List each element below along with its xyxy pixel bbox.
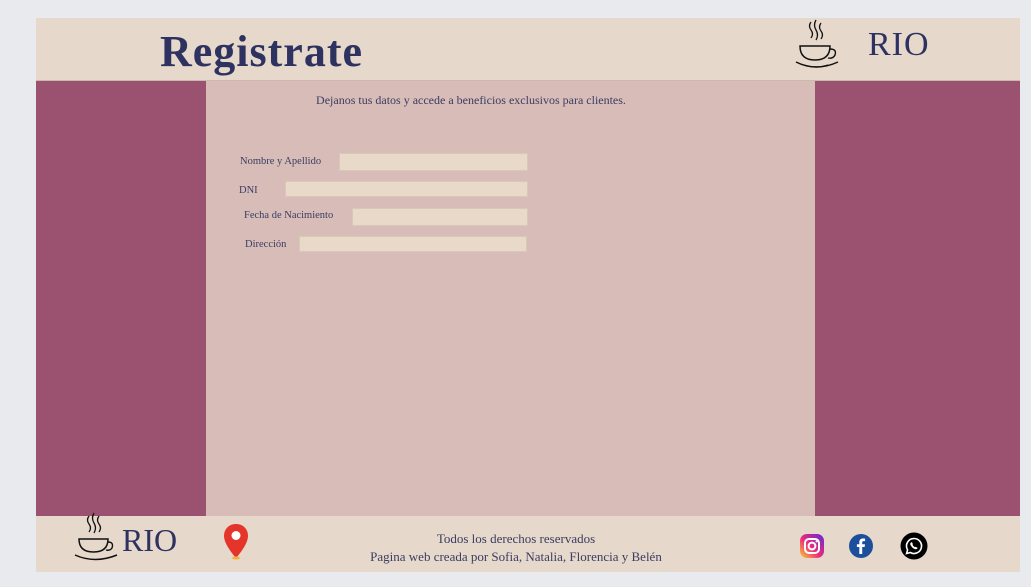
birthdate-label: Fecha de Nacimiento [244, 210, 334, 221]
header: Registrate RIO [36, 18, 1020, 81]
facebook-icon[interactable] [848, 533, 874, 559]
address-field[interactable] [299, 236, 527, 252]
name-field[interactable] [339, 153, 528, 171]
footer-logo[interactable]: RIO [74, 510, 194, 570]
brand-logo[interactable]: RIO [794, 18, 944, 80]
birthdate-field[interactable] [352, 208, 528, 226]
coffee-cup-icon [795, 19, 839, 68]
footer-brand-name: RIO [122, 522, 178, 558]
brand-name: RIO [868, 26, 930, 63]
whatsapp-icon[interactable] [900, 532, 928, 560]
instagram-icon[interactable] [799, 533, 825, 559]
name-label: Nombre y Apellido [240, 156, 322, 167]
rights-text: Todos los derechos reservados [436, 531, 596, 546]
dni-field[interactable] [285, 181, 528, 197]
footer: RIO Todos los derechos reservados Pagina… [36, 512, 1020, 572]
location-pin-icon[interactable] [224, 524, 248, 560]
main-area: Dejanos tus datos y accede a beneficios … [36, 81, 1020, 516]
credits-text: Pagina web creada por Sofia, Natalia, Fl… [370, 549, 662, 564]
page-title: Registrate [160, 27, 364, 76]
footer-text: Todos los derechos reservados Pagina web… [336, 530, 696, 566]
dni-label: DNI [239, 185, 258, 196]
registration-panel: Dejanos tus datos y accede a beneficios … [206, 81, 815, 516]
address-label: Dirección [245, 239, 287, 250]
intro-text: Dejanos tus datos y accede a beneficios … [316, 93, 626, 107]
coffee-cup-icon [74, 512, 118, 561]
page: Registrate RIO Dejanos tus datos y acced… [36, 18, 1020, 572]
